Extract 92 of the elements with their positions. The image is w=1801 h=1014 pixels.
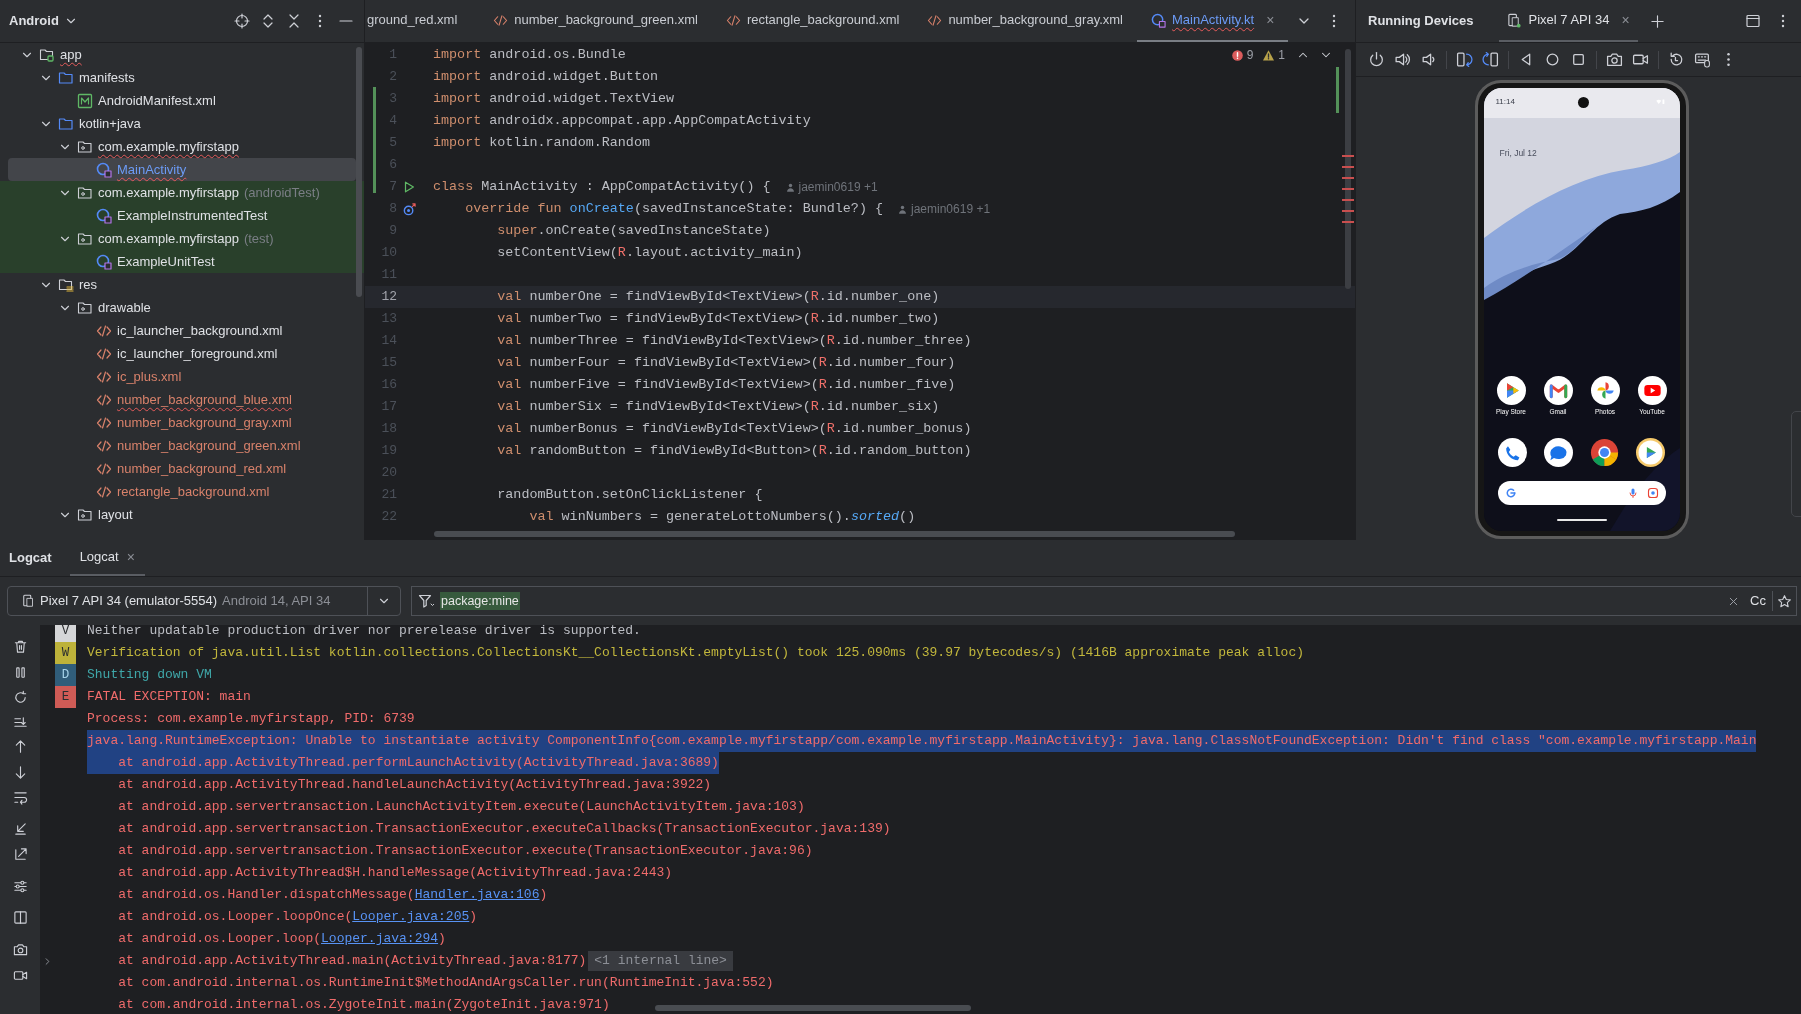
editor-tab[interactable]: ground_red.xml <box>365 0 480 42</box>
author-hint[interactable]: jaemin0619 +1 <box>897 200 991 218</box>
close-tab-button[interactable]: × <box>1621 9 1630 31</box>
log-message: at android.app.ActivityThread.performLaunchActivity(ActivityThread.java:3689) <box>87 752 719 774</box>
panel-title: Logcat <box>8 549 53 568</box>
log-message: Process: com.example.myfirstapp, PID: 6739 <box>87 710 415 728</box>
log-message: Verification of java.util.List kotlin.collections.CollectionsKt__CollectionsKt.emptyList() took 125.090ms (39.97 bytecodes/s) (1416B approximate peak alloc) <box>87 644 1304 662</box>
author-hint[interactable]: jaemin0619 +1 <box>784 178 878 196</box>
line-number: 12 <box>380 288 397 307</box>
tree-item[interactable]: number_background_red.xml <box>0 457 364 480</box>
source-link[interactable]: Looper.java:205 <box>352 909 470 924</box>
level-badge: E <box>55 686 76 708</box>
device-detail: Android 14, API 34 <box>222 592 331 611</box>
tree-item[interactable]: kotlin+java <box>0 112 364 135</box>
tree-item[interactable]: com.example.myfirstapp <box>0 135 364 158</box>
source-set-label: (test) <box>243 229 274 248</box>
tree-item[interactable]: ExampleUnitTest <box>0 250 364 273</box>
log-message: at android.os.Looper.loopOnce(Looper.java:205) <box>117 908 478 926</box>
tree-item[interactable]: MainActivity <box>8 158 356 181</box>
log-message: at android.app.servertransaction.TransactionExecutor.execute(TransactionExecutor.java:96) <box>117 842 813 860</box>
source-set-label: (androidTest) <box>243 183 320 202</box>
code-line: override fun onCreate(savedInstanceState: Bundle?) { <box>464 199 883 218</box>
code-line: import kotlin.random.Random <box>433 133 650 152</box>
tree-item[interactable]: com.example.myfirstapp (test) <box>0 227 364 250</box>
match-case-toggle[interactable]: Cc <box>1750 591 1773 611</box>
code-line: class MainActivity : AppCompatActivity() { <box>433 177 771 196</box>
tree-item[interactable]: AndroidManifest.xml <box>0 89 364 112</box>
tree-item[interactable]: ExampleInstrumentedTest <box>0 204 364 227</box>
code-line: val numberTwo = findViewById<TextView>(R.id.number_two) <box>496 309 940 328</box>
tree-item[interactable]: manifests <box>0 66 364 89</box>
log-message: at android.app.ActivityThread$H.handleMessage(ActivityThread.java:2443) <box>117 864 673 882</box>
code-line: import androidx.appcompat.app.AppCompatActivity <box>433 111 811 130</box>
code-line: setContentView(R.layout.activity_main) <box>496 243 803 262</box>
close-tab-button[interactable]: × <box>126 546 135 568</box>
editor-tab[interactable]: number_background_gray.xml <box>913 0 1137 42</box>
code-line: import android.widget.TextView <box>433 89 675 108</box>
editor-tab[interactable]: number_background_green.xml <box>479 0 712 42</box>
code-line: val numberThree = findViewById<TextView>(R.id.number_three) <box>496 331 972 350</box>
code-line: randomButton.setOnClickListener { <box>496 485 763 504</box>
date-label: Fri, Jul 12 <box>1499 148 1537 158</box>
level-badge: W <box>55 642 76 664</box>
code-line: val numberFour = findViewById<TextView>(R.id.number_four) <box>496 353 956 372</box>
log-message: FATAL EXCEPTION: main <box>87 688 251 706</box>
log-message: at com.android.internal.os.ZygoteInit.main(ZygoteInit.java:971) <box>117 996 610 1014</box>
device-tab[interactable]: Pixel 7 API 34 × <box>1499 0 1638 42</box>
tree-item[interactable]: ic_launcher_background.xml <box>0 319 364 342</box>
log-message: java.lang.RuntimeException: Unable to instantiate activity ComponentInfo{com.example.myfirstapp/com.example.myfirstapp.MainActivity}: java.lang.ClassNotFoundException: Didn't find class "com.example.myfirstapp.Main <box>87 730 1757 752</box>
tree-item[interactable]: layout <box>0 503 364 526</box>
code-line: val numberSix = findViewById<TextView>(R.id.number_six) <box>496 397 940 416</box>
tree-item[interactable]: ic_launcher_foreground.xml <box>0 342 364 365</box>
source-link[interactable]: Handler.java:106 <box>414 887 540 902</box>
logcat-tab[interactable]: Logcat × <box>69 540 145 576</box>
code-line: super.onCreate(savedInstanceState) <box>496 221 771 240</box>
log-message: at android.os.Looper.loop(Looper.java:294) <box>117 930 446 948</box>
tree-item[interactable]: number_background_blue.xml <box>0 388 364 411</box>
tree-item[interactable]: number_background_gray.xml <box>0 411 364 434</box>
status-time: 11:14 <box>1495 96 1515 108</box>
tree-item[interactable]: ic_plus.xml <box>0 365 364 388</box>
panel-title[interactable]: Android <box>9 11 59 31</box>
tree-item[interactable]: rectangle_background.xml <box>0 480 364 503</box>
code-line: import android.widget.Button <box>433 67 658 86</box>
panel-title: Running Devices <box>1367 12 1475 31</box>
log-message: at android.app.servertransaction.LaunchActivityItem.execute(LaunchActivityItem.java:103) <box>117 798 805 816</box>
tree-item[interactable]: res <box>0 273 364 296</box>
filter-field[interactable]: package:mine Cc <box>411 586 1797 616</box>
device-name: Pixel 7 API 34 (emulator-5554) <box>40 592 218 611</box>
code-line: val winNumbers = generateLottoNumbers().sorted() <box>528 507 916 526</box>
log-message: at com.android.internal.os.RuntimeInit$MethodAndArgsCaller.run(RuntimeInit.java:552) <box>117 974 774 992</box>
code-line: val numberOne = findViewById<TextView>(R.id.number_one) <box>496 287 940 306</box>
code-line: val numberBonus = findViewById<TextView>(R.id.number_bonus) <box>496 419 972 438</box>
log-message: at android.os.Handler.dispatchMessage(Handler.java:106) <box>117 886 548 904</box>
device-dropdown[interactable]: Pixel 7 API 34 (emulator-5554) Android 14, API 34 <box>7 586 401 616</box>
filter-query: package:mine <box>440 591 520 611</box>
log-message: Shutting down VM <box>87 666 212 684</box>
level-badge: V <box>55 625 76 642</box>
log-message: at android.app.ActivityThread.handleLaunchActivity(ActivityThread.java:3922) <box>117 776 712 794</box>
warning-count[interactable]: 1 <box>1278 46 1285 64</box>
tree-item[interactable]: app <box>0 43 364 66</box>
tree-item[interactable]: com.example.myfirstapp (androidTest) <box>0 181 364 204</box>
code-line: val randomButton = findViewById<Button>(R.id.random_button) <box>496 441 972 460</box>
log-message: Neither updatable production driver nor prerelease driver is supported. <box>87 625 641 640</box>
code-line: val numberFive = findViewById<TextView>(R.id.number_five) <box>496 375 956 394</box>
level-badge: D <box>55 664 76 686</box>
tree-item[interactable]: drawable <box>0 296 364 319</box>
log-message: at android.app.servertransaction.TransactionExecutor.executeCallbacks(TransactionExecutor.java:139) <box>117 820 891 838</box>
code-line: import android.os.Bundle <box>433 45 626 64</box>
editor-tab[interactable]: rectangle_background.xml <box>711 0 914 42</box>
close-tab-button[interactable]: × <box>1266 9 1275 31</box>
tree-item[interactable]: number_background_green.xml <box>0 434 364 457</box>
error-count[interactable]: 9 <box>1246 46 1254 64</box>
log-message: at android.app.ActivityThread.main(ActivityThread.java:8177) <box>117 952 587 970</box>
source-link[interactable]: Looper.java:294 <box>321 931 439 946</box>
